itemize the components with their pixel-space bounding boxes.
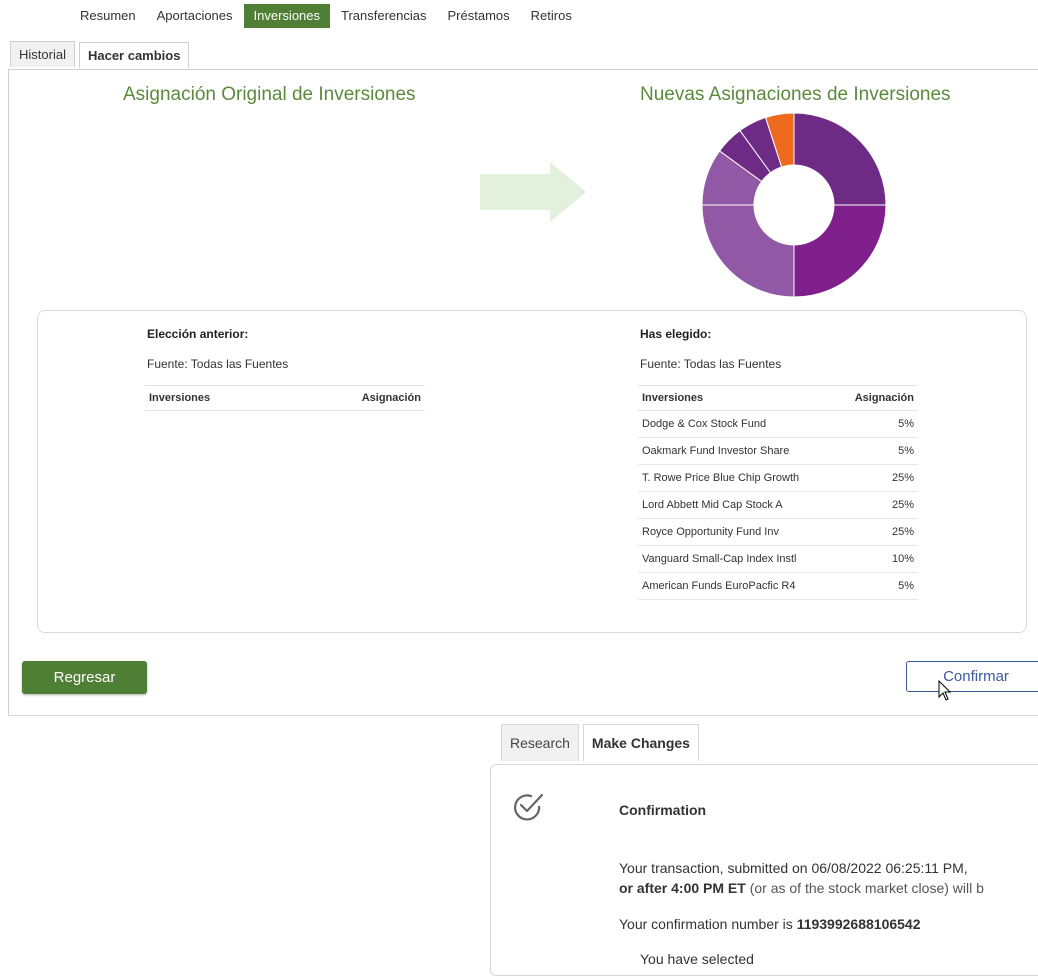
donut-slice-2	[701, 204, 795, 297]
donut-slice-1	[793, 204, 887, 297]
table-row: Royce Opportunity Fund Inv 25%	[638, 518, 918, 546]
fund-name: Vanguard Small-Cap Index Instl	[638, 545, 837, 573]
previous-election-title: Elección anterior:	[147, 327, 249, 341]
confirm-button[interactable]: Confirmar	[906, 661, 1038, 692]
nav-resumen[interactable]: Resumen	[70, 4, 146, 28]
donut-slice-0	[793, 113, 887, 206]
back-button[interactable]: Regresar	[22, 661, 147, 694]
subtab-bar: Historial Hacer cambios	[10, 41, 193, 68]
fund-allocation: 25%	[836, 518, 918, 546]
original-allocation-heading: Asignación Original de Inversiones	[123, 84, 416, 105]
selection-text: You have selected	[640, 951, 754, 967]
tab-hacer-cambios[interactable]: Hacer cambios	[78, 42, 190, 68]
check-circle-icon	[514, 793, 544, 821]
cutoff-time: or after 4:00 PM ET	[619, 880, 746, 896]
col-allocation: Asignación	[286, 385, 425, 411]
nav-prestamos[interactable]: Préstamos	[438, 4, 520, 28]
fund-allocation: 5%	[836, 410, 918, 438]
fund-allocation: 25%	[836, 464, 918, 492]
col-investments: Inversiones	[145, 385, 287, 411]
tab-research[interactable]: Research	[501, 724, 579, 761]
fund-name: Dodge & Cox Stock Fund	[638, 410, 837, 438]
fund-name: American Funds EuroPacfic R4	[638, 572, 837, 600]
fund-allocation: 5%	[836, 572, 918, 600]
table-row: American Funds EuroPacfic R4 5%	[638, 572, 918, 600]
table-row: Lord Abbett Mid Cap Stock A 25%	[638, 491, 918, 519]
fund-allocation: 25%	[836, 491, 918, 519]
top-nav: Resumen Aportaciones Inversiones Transfe…	[70, 4, 583, 28]
fund-allocation: 10%	[836, 545, 918, 573]
nav-transferencias[interactable]: Transferencias	[331, 4, 437, 28]
table-row: T. Rowe Price Blue Chip Growth 25%	[638, 464, 918, 492]
arrow-right-icon	[480, 162, 586, 222]
nav-aportaciones[interactable]: Aportaciones	[147, 4, 243, 28]
fund-name: Lord Abbett Mid Cap Stock A	[638, 491, 837, 519]
chosen-source: Fuente: Todas las Fuentes	[640, 357, 782, 371]
new-allocation-heading: Nuevas Asignaciones de Inversiones	[640, 84, 951, 105]
table-row: Dodge & Cox Stock Fund 5%	[638, 410, 918, 438]
allocation-donut-chart	[701, 113, 887, 297]
mouse-pointer-icon	[938, 680, 952, 701]
fund-name: Royce Opportunity Fund Inv	[638, 518, 837, 546]
chosen-title: Has elegido:	[640, 327, 712, 341]
tab-make-changes[interactable]: Make Changes	[582, 724, 699, 761]
chosen-allocation-table: Inversiones Asignación Dodge & Cox Stock…	[638, 385, 918, 600]
research-tab-bar: Research Make Changes	[501, 724, 703, 761]
nav-inversiones[interactable]: Inversiones	[243, 4, 331, 28]
confirmation-text-line: Your transaction, submitted on 06/08/202…	[619, 860, 968, 876]
confirmation-title: Confirmation	[619, 802, 707, 818]
confirmation-text-line: or after 4:00 PM ET (or as of the stock …	[619, 880, 984, 896]
fund-allocation: 5%	[836, 437, 918, 465]
previous-allocation-table: Inversiones Asignación	[145, 385, 425, 411]
confirmation-number-label: Your confirmation number is	[619, 916, 797, 932]
table-row: Oakmark Fund Investor Share 5%	[638, 437, 918, 465]
col-allocation: Asignación	[836, 385, 918, 411]
confirmation-number-line: Your confirmation number is 119399268810…	[619, 916, 921, 932]
table-row: Vanguard Small-Cap Index Instl 10%	[638, 545, 918, 573]
confirmation-number: 1193992688106542	[796, 916, 921, 932]
fund-name: T. Rowe Price Blue Chip Growth	[638, 464, 837, 492]
fund-name: Oakmark Fund Investor Share	[638, 437, 837, 465]
cutoff-note: (or as of the stock market close) will b	[745, 880, 984, 896]
col-investments: Inversiones	[638, 385, 837, 411]
tab-historial[interactable]: Historial	[10, 41, 75, 67]
previous-source: Fuente: Todas las Fuentes	[147, 357, 289, 371]
nav-retiros[interactable]: Retiros	[521, 4, 582, 28]
